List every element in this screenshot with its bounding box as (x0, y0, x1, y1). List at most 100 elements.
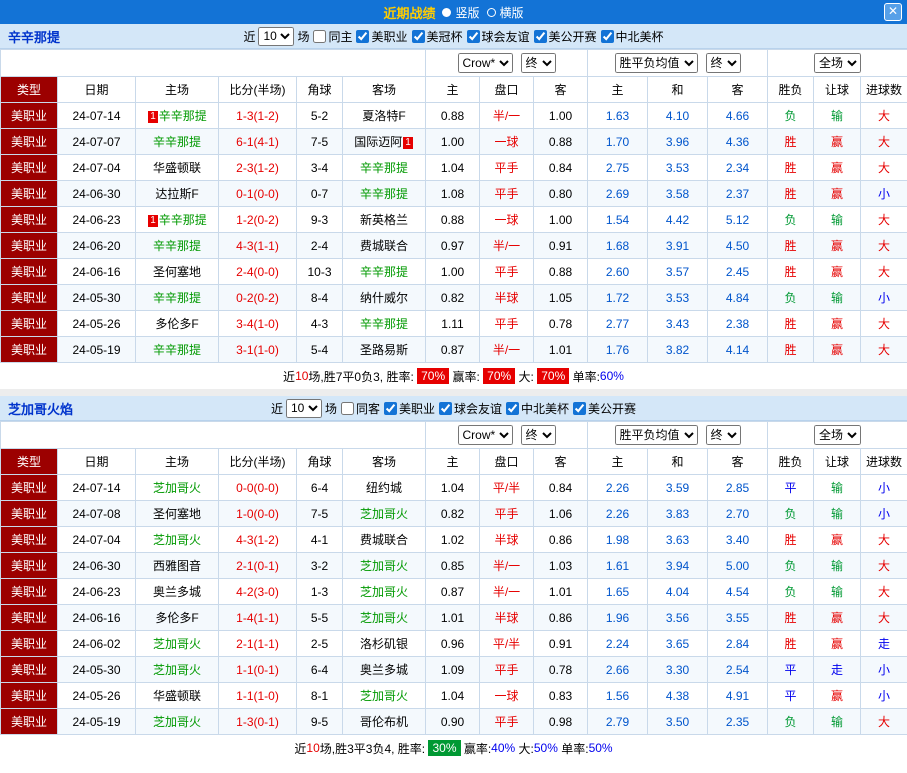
euro-away-avg: 2.84 (708, 631, 768, 657)
euro-avg-select[interactable]: 胜平负均值 (615, 425, 698, 445)
league-0-label: 美职业 (399, 400, 435, 417)
bookmaker-select[interactable]: Crow* (458, 425, 513, 445)
near-label: 近 (271, 400, 283, 417)
same-venue-checkbox[interactable] (313, 30, 326, 43)
home-team: 辛辛那提 (136, 129, 219, 155)
col-header-asian-home: 主 (426, 449, 480, 475)
league-type: 美职业 (1, 683, 58, 709)
match-count-select[interactable]: 10 (258, 27, 294, 46)
euro-draw-avg: 3.82 (648, 337, 708, 363)
euro-home-avg: 1.70 (588, 129, 648, 155)
league-0-checkbox[interactable] (384, 402, 397, 415)
scope-select[interactable]: 全场 (814, 425, 861, 445)
asian-home-odds: 1.00 (426, 129, 480, 155)
summary-part: 场,胜7平0负3, 胜率: (308, 368, 417, 385)
away-team: 芝加哥火 (343, 579, 426, 605)
league-3-filter: 美公开赛 (572, 400, 636, 417)
col-header-winlose: 胜负 (768, 449, 814, 475)
euro-away-avg: 4.36 (708, 129, 768, 155)
away-team: 哥伦布机 (343, 709, 426, 735)
result-goals: 小 (861, 181, 907, 207)
col-header-handicap: 盘口 (480, 449, 534, 475)
league-1-filter: 球会友谊 (438, 400, 502, 417)
asian-away-odds: 0.98 (534, 709, 588, 735)
corners: 7-5 (297, 501, 343, 527)
corners: 1-3 (297, 579, 343, 605)
league-2-checkbox[interactable] (467, 30, 480, 43)
scope-select[interactable]: 全场 (814, 53, 861, 73)
summary-part: 单率: (558, 740, 589, 757)
match-date: 24-06-30 (58, 553, 136, 579)
odds-selector-row: Crow*终 胜平负均值终 全场 (1, 50, 907, 77)
corners: 5-2 (297, 103, 343, 129)
asian-handicap-line: 平手 (480, 501, 534, 527)
view-option-vertical[interactable]: 竖版 (442, 4, 479, 21)
euro-home-avg: 1.76 (588, 337, 648, 363)
league-1-filter: 美冠杯 (411, 28, 463, 45)
euro-home-avg: 1.96 (588, 605, 648, 631)
match-date: 24-07-08 (58, 501, 136, 527)
home-team: 圣何塞地 (136, 259, 219, 285)
radio-unselected-icon (487, 8, 496, 17)
euro-time-select[interactable]: 终 (706, 53, 741, 73)
euro-odds-selectors: 胜平负均值终 (588, 422, 768, 449)
match-count-select[interactable]: 10 (286, 399, 322, 418)
result-handicap: 赢 (814, 181, 861, 207)
odds-selector-row: Crow*终 胜平负均值终 全场 (1, 422, 907, 449)
table-row: 美职业24-06-23奥兰多城4-2(3-0)1-3芝加哥火0.87半/一1.0… (1, 579, 907, 605)
col-header-goals: 进球数 (861, 449, 907, 475)
summary-part: 10 (295, 369, 308, 383)
away-team: 费城联合 (343, 233, 426, 259)
asian-handicap-line: 一球 (480, 683, 534, 709)
view-option-horizontal[interactable]: 横版 (487, 4, 524, 21)
summary-part: 近 (283, 368, 295, 385)
corners: 2-4 (297, 233, 343, 259)
result-goals: 大 (861, 129, 907, 155)
result-handicap: 赢 (814, 259, 861, 285)
league-1-checkbox[interactable] (439, 402, 452, 415)
bookmaker-select[interactable]: Crow* (458, 53, 513, 73)
col-header-date: 日期 (58, 77, 136, 103)
league-2-checkbox[interactable] (506, 402, 519, 415)
euro-home-avg: 2.26 (588, 501, 648, 527)
section-divider (0, 389, 907, 396)
result-goals: 小 (861, 683, 907, 709)
league-3-checkbox[interactable] (534, 30, 547, 43)
matches-table: Crow*终 胜平负均值终 全场 类型 日期 主场 比分(半场) 角球 客场 (0, 421, 907, 735)
match-date: 24-05-30 (58, 285, 136, 311)
corners: 7-5 (297, 129, 343, 155)
summary-part: 50% (534, 741, 558, 755)
away-team: 圣路易斯 (343, 337, 426, 363)
asian-handicap-line: 平手 (480, 709, 534, 735)
euro-avg-select[interactable]: 胜平负均值 (615, 53, 698, 73)
asian-time-select[interactable]: 终 (521, 425, 556, 445)
league-4-checkbox[interactable] (601, 30, 614, 43)
score-halftime: 2-1(1-1) (219, 631, 297, 657)
asian-time-select[interactable]: 终 (521, 53, 556, 73)
euro-home-avg: 1.54 (588, 207, 648, 233)
summary-part: 场,胜3平3负4, 胜率: (320, 740, 429, 757)
col-header-type: 类型 (1, 449, 58, 475)
section-header: 辛辛那提 近10场同主美职业美冠杯球会友谊美公开赛中北美杯 (0, 24, 907, 49)
section-header: 芝加哥火焰 近10场同客美职业球会友谊中北美杯美公开赛 (0, 396, 907, 421)
col-header-date: 日期 (58, 449, 136, 475)
summary-part: 30% (428, 740, 460, 756)
away-team: 芝加哥火 (343, 683, 426, 709)
euro-time-select[interactable]: 终 (706, 425, 741, 445)
match-date: 24-06-23 (58, 579, 136, 605)
league-3-checkbox[interactable] (573, 402, 586, 415)
close-button[interactable]: ✕ (884, 3, 902, 21)
title-bar: 近期战绩 竖版 横版 ✕ (0, 0, 907, 24)
euro-draw-avg: 3.94 (648, 553, 708, 579)
euro-home-avg: 2.79 (588, 709, 648, 735)
result-win-lose: 负 (768, 501, 814, 527)
league-1-checkbox[interactable] (412, 30, 425, 43)
league-1-label: 球会友谊 (454, 400, 502, 417)
corners: 4-3 (297, 311, 343, 337)
table-row: 美职业24-05-26多伦多F3-4(1-0)4-3辛辛那提1.11平手0.78… (1, 311, 907, 337)
column-header-row: 类型 日期 主场 比分(半场) 角球 客场 主 盘口 客 主 和 客 胜负 让球… (1, 449, 907, 475)
table-row: 美职业24-06-20辛辛那提4-3(1-1)2-4费城联合0.97半/一0.9… (1, 233, 907, 259)
euro-away-avg: 4.14 (708, 337, 768, 363)
league-0-checkbox[interactable] (356, 30, 369, 43)
same-venue-checkbox[interactable] (341, 402, 354, 415)
